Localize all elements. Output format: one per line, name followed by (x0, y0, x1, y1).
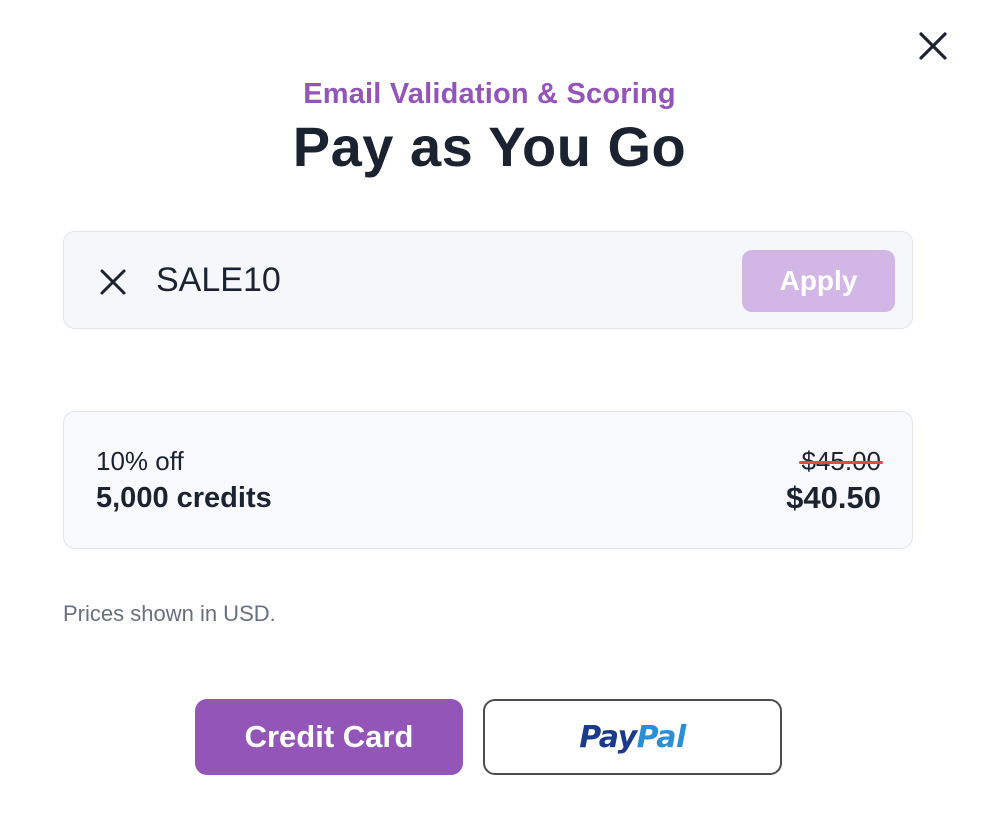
discounted-price: $40.50 (786, 480, 881, 515)
pay-as-you-go-modal: Email Validation & Scoring Pay as You Go… (0, 0, 984, 821)
credit-card-button[interactable]: Credit Card (195, 699, 463, 775)
credits-label: 5,000 credits (96, 482, 272, 514)
clear-coupon-button[interactable] (98, 267, 128, 297)
price-summary: 10% off 5,000 credits $45.00 $40.50 (63, 411, 913, 549)
paypal-logo-pal: Pal (636, 719, 687, 755)
apply-button[interactable]: Apply (742, 250, 895, 312)
currency-note: Prices shown in USD. (63, 601, 276, 626)
page-title: Pay as You Go (292, 115, 687, 178)
discount-label: 10% off (96, 446, 184, 476)
close-icon (919, 32, 947, 60)
paypal-logo: PayPal (579, 720, 686, 755)
close-icon (100, 269, 126, 295)
strikethrough-line (799, 461, 883, 464)
close-button[interactable] (914, 27, 952, 65)
paypal-logo-pay: Pay (579, 719, 637, 755)
paypal-button[interactable]: PayPal (483, 699, 782, 775)
original-price: $45.00 (799, 446, 883, 477)
coupon-field-container: Apply (63, 231, 913, 329)
product-subtitle: Email Validation & Scoring (303, 78, 676, 110)
coupon-code-input[interactable] (156, 258, 716, 302)
